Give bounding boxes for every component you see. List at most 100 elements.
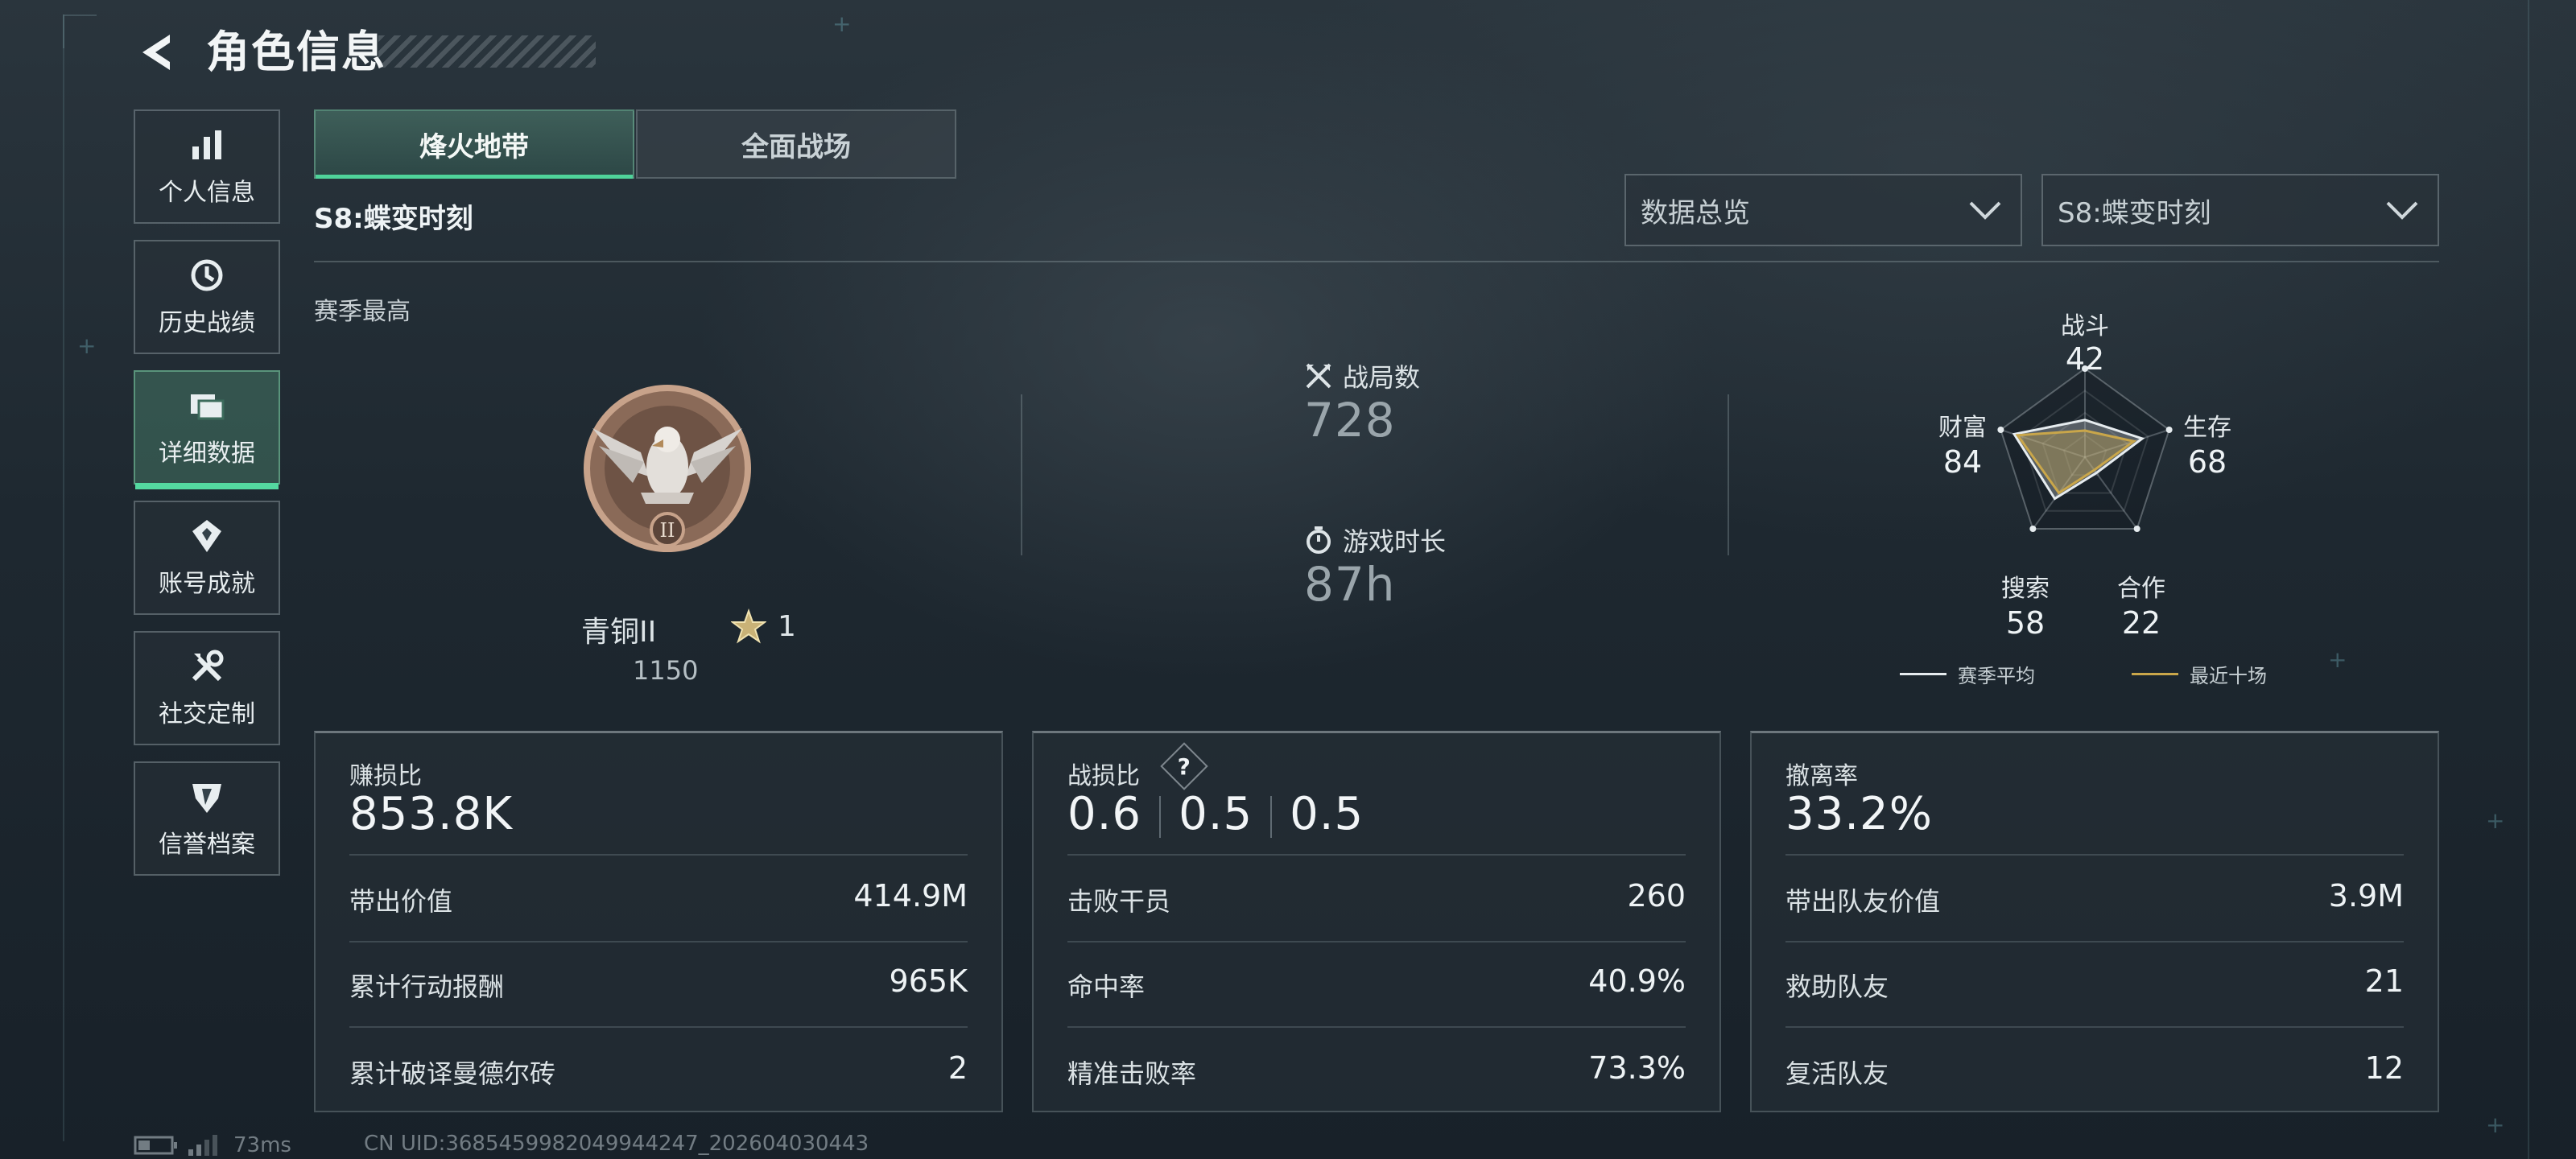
overview-dropdown[interactable]: 数据总览 [1624, 174, 2022, 246]
radar-axis-tip [2133, 525, 2140, 532]
row-divider [349, 941, 968, 942]
back-arrow-icon [142, 35, 170, 70]
row-label: 命中率 [1067, 971, 1146, 1002]
row-value: 40.9% [1588, 963, 1686, 999]
tab-full-battlefield[interactable]: 全面战场 [636, 109, 956, 179]
playtime-label: 游戏时长 [1343, 526, 1447, 557]
kd-values: 0.6 0.5 0.5 [1067, 788, 1364, 840]
frame-line-decoration [63, 14, 64, 1141]
panel-title: 撤离率 [1785, 762, 1858, 790]
sidebar-item-detailed-data[interactable]: 详细数据 [134, 370, 280, 489]
matches-stat-header: 战局数 [1304, 357, 1420, 394]
row-label: 累计行动报酬 [349, 971, 505, 1002]
tab-label: 烽火地带 [419, 130, 529, 163]
rank-stars: 1 [731, 608, 796, 644]
vertical-divider [1021, 394, 1022, 555]
row-value: 260 [1627, 878, 1686, 914]
svg-text:II: II [660, 519, 675, 542]
value-separator [1270, 795, 1273, 838]
kd-value: 0.5 [1290, 788, 1364, 840]
playtime-stat-header: 游戏时长 [1304, 522, 1446, 559]
kd-value: 0.5 [1179, 788, 1253, 840]
kd-ratio-panel: 战损比 ? 0.6 0.5 0.5 击败干员 260 命中率 40.9% 精准击败率… [1032, 731, 1721, 1112]
row-value: 965K [889, 963, 968, 999]
legend-recent-ten: 最近十场 [2132, 660, 2267, 688]
panel-value: 853.8K [349, 788, 514, 840]
profit-ratio-panel: 赚损比 853.8K 带出价值 414.9M 累计行动报酬 965K 累计破译曼… [314, 731, 1003, 1112]
radar-axis-value: 68 [2187, 444, 2227, 480]
back-button[interactable] [129, 24, 185, 80]
radar-axis-value: 58 [2005, 605, 2046, 641]
legend-season-average: 赛季平均 [1900, 660, 2035, 688]
radar-axis-value: 22 [2121, 605, 2161, 641]
matches-label: 战局数 [1343, 362, 1421, 393]
radar-chart [1997, 365, 2173, 532]
legend-label: 赛季平均 [1958, 665, 2035, 687]
kd-value: 0.6 [1067, 788, 1142, 840]
crosshair-decoration: + [2328, 646, 2347, 673]
row-divider [1785, 1026, 2404, 1028]
frame-line-decoration [2528, 0, 2529, 1159]
row-label: 击败干员 [1067, 886, 1171, 917]
crosshair-decoration: + [832, 10, 852, 37]
row-divider [349, 1026, 968, 1028]
crosshair-decoration: + [2486, 807, 2505, 834]
row-divider [1067, 1026, 1686, 1028]
crosshair-decoration: + [77, 332, 97, 359]
radar-axis-label: 财富 [1938, 414, 1987, 442]
sidebar-item-social[interactable]: 社交定制 [134, 631, 280, 745]
tools-icon [192, 650, 224, 682]
row-value: 73.3% [1588, 1050, 1686, 1086]
help-icon[interactable]: ? [1160, 742, 1208, 790]
rank-star-count: 1 [778, 609, 796, 643]
row-label: 复活队友 [1785, 1058, 1889, 1089]
season-dropdown[interactable]: S8:蝶变时刻 [2041, 174, 2439, 246]
stopwatch-icon [1307, 526, 1331, 554]
radar-axis-label: 合作 [2117, 575, 2165, 603]
row-label: 带出价值 [349, 886, 453, 917]
dropdown-value: S8:蝶变时刻 [2058, 196, 2211, 229]
legend-swatch [2132, 673, 2178, 675]
crosshair-decoration: + [2486, 1112, 2505, 1138]
eagle-rank-emblem-icon: II [584, 385, 751, 552]
legend-label: 最近十场 [2190, 665, 2267, 687]
crossed-swords-icon [1306, 363, 1331, 389]
radar-axis-label: 搜索 [2001, 575, 2050, 603]
row-label: 精准击败率 [1067, 1058, 1197, 1089]
shield-icon [192, 784, 221, 813]
section-divider [314, 261, 2439, 262]
radar-axis-tip [2029, 525, 2037, 532]
row-value: 414.9M [853, 878, 968, 914]
frame-corner-decoration [63, 14, 97, 48]
sidebar-item-label: 个人信息 [159, 179, 255, 207]
row-divider [1067, 941, 1686, 942]
panel-title: 赚损比 [349, 762, 422, 790]
tab-label: 全面战场 [741, 130, 851, 163]
radar-axis-value: 84 [1942, 444, 1983, 480]
row-label: 带出队友价值 [1785, 886, 1941, 917]
tab-warzone[interactable]: 烽火地带 [314, 109, 634, 179]
sidebar-item-reputation[interactable]: 信誉档案 [134, 761, 280, 876]
sidebar-item-history[interactable]: 历史战绩 [134, 240, 280, 354]
row-value: 21 [2364, 963, 2404, 999]
row-label: 救助队友 [1785, 971, 1889, 1002]
row-label: 累计破译曼德尔砖 [349, 1058, 556, 1089]
status-bar: 73ms [134, 1133, 291, 1157]
playtime-value: 87h [1304, 557, 1396, 612]
chevron-down-icon [1969, 201, 2001, 220]
row-divider [349, 854, 968, 856]
sidebar-item-personal-info[interactable]: 个人信息 [134, 109, 280, 224]
uid-text: CN UID:3685459982049944247_202604030443 [364, 1132, 869, 1156]
badge-icon [192, 520, 221, 552]
season-best-label: 赛季最高 [314, 298, 411, 326]
rank-score: 1150 [633, 655, 699, 686]
row-value: 12 [2364, 1050, 2404, 1086]
sidebar-item-achievements[interactable]: 账号成就 [134, 501, 280, 615]
row-divider [1785, 941, 2404, 942]
rank-name: 青铜II [581, 616, 657, 649]
extraction-rate-panel: 撤离率 33.2% 带出队友价值 3.9M 救助队友 21 复活队友 12 [1750, 731, 2439, 1112]
title-stripe-decoration [378, 35, 596, 68]
cards-icon [191, 394, 225, 420]
season-title: S8:蝶变时刻 [314, 203, 473, 235]
row-value: 2 [947, 1050, 968, 1086]
